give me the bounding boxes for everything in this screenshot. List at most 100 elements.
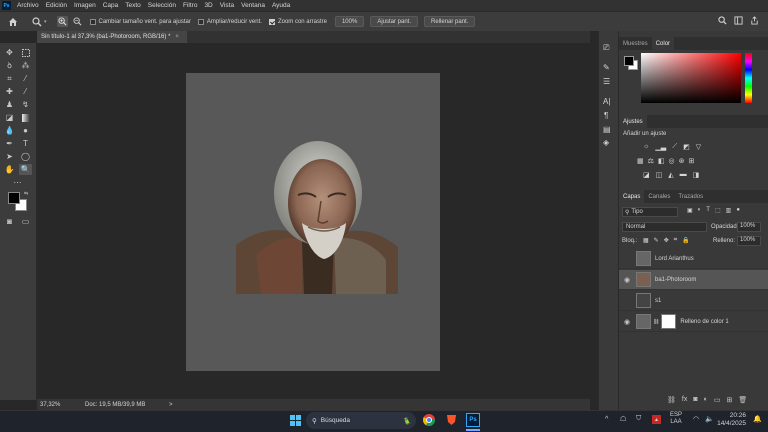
posterize-icon[interactable]: ◫ [656, 171, 663, 179]
layer-filter-select[interactable]: ⚲ Tipo [622, 207, 678, 217]
more-tools-icon[interactable]: ⋯ [11, 177, 24, 188]
shape-filter-icon[interactable]: ⬚ [715, 207, 721, 214]
fx-icon[interactable]: fx [682, 396, 687, 404]
foreground-color-swatch[interactable] [8, 192, 20, 204]
home-icon[interactable] [8, 17, 18, 27]
color-lookup-icon[interactable]: ⊞ [689, 157, 695, 165]
levels-icon[interactable]: ▁▃ [655, 143, 666, 151]
fill-input[interactable]: 100% [737, 236, 761, 246]
swap-colors-icon[interactable]: ⇆ [24, 191, 28, 197]
brush-settings-icon[interactable]: ✎ [603, 63, 610, 72]
wifi-icon[interactable]: ◠ [693, 415, 699, 423]
new-group-icon[interactable]: ▭ [714, 396, 721, 404]
photoshop-taskbar-icon[interactable]: Ps [466, 413, 480, 427]
type-tool-icon[interactable]: T [19, 138, 32, 149]
notifications-icon[interactable]: 🔔 [753, 415, 762, 423]
foreground-color-swatch[interactable] [624, 56, 634, 66]
color-balance-icon[interactable]: ⚖ [648, 157, 654, 165]
menu-ventana[interactable]: Ventana [241, 2, 265, 9]
lock-brush-icon[interactable]: ✎ [654, 237, 659, 244]
portrait-photo[interactable] [236, 135, 398, 294]
zoom-out-icon[interactable] [72, 16, 83, 27]
quick-selection-tool-icon[interactable]: ⁂ [19, 60, 32, 71]
taskbar-search[interactable]: ⚲ Búsqueda 🦜 [306, 412, 416, 429]
tab-paths[interactable]: Trazados [674, 190, 707, 203]
channel-mixer-icon[interactable]: ⊛ [679, 157, 685, 165]
zoom-100-button[interactable]: 100% [334, 16, 365, 27]
blur-tool-icon[interactable]: 💧 [3, 125, 16, 136]
brush-tool-icon[interactable]: ⁄ [19, 86, 32, 97]
menu-ayuda[interactable]: Ayuda [272, 2, 290, 9]
lock-move-icon[interactable]: ✥ [664, 237, 669, 244]
threshold-icon[interactable]: ◭ [668, 171, 673, 179]
eye-icon[interactable]: ◉ [622, 276, 632, 284]
menu-imagen[interactable]: Imagen [74, 2, 96, 9]
clock[interactable]: 20:26 14/4/2025 [716, 412, 746, 428]
selective-color-icon[interactable]: ◨ [693, 171, 700, 179]
lock-artboard-icon[interactable]: ⌗ [674, 237, 677, 244]
lock-transparent-icon[interactable]: ▦ [643, 237, 649, 244]
link-layers-icon[interactable]: ⛓ [667, 396, 676, 404]
zoom-all-windows-checkbox[interactable] [197, 18, 204, 25]
opacity-input[interactable]: 100% [737, 222, 761, 232]
black-white-icon[interactable]: ◧ [658, 157, 665, 165]
hue-slider[interactable] [745, 53, 752, 103]
tab-channels[interactable]: Canales [644, 190, 674, 203]
document-tab[interactable]: Sin título-1 al 37,3% (ba1-Photoroom, RG… [37, 31, 187, 43]
share-icon[interactable] [750, 16, 760, 27]
zoom-tool-icon[interactable] [32, 16, 42, 27]
layer-row[interactable]: Lord Arianthus [619, 249, 768, 269]
lasso-tool-icon[interactable]: ꝺ [3, 60, 16, 71]
curves-icon[interactable]: ⟋ [672, 143, 677, 151]
resize-window-checkbox[interactable] [89, 18, 96, 25]
menu-edicion[interactable]: Edición [46, 2, 67, 9]
ellipse-tool-icon[interactable]: ◯ [19, 151, 32, 162]
blend-mode-select[interactable]: Normal [622, 222, 707, 232]
history-brush-tool-icon[interactable]: ↯ [19, 99, 32, 110]
layer-row[interactable]: s1 [619, 291, 768, 311]
move-tool-icon[interactable]: ✥ [3, 47, 16, 58]
menu-seleccion[interactable]: Selección [148, 2, 176, 9]
new-adjustment-icon[interactable]: ◐ [704, 396, 708, 404]
fill-screen-button[interactable]: Rellenar pant. [424, 16, 476, 27]
tray-app-icon[interactable]: ☖ [620, 415, 626, 423]
layer-row[interactable]: ◉ ba1-Photoroom [619, 270, 768, 290]
zoom-in-icon[interactable] [56, 16, 68, 27]
chevron-down-icon[interactable]: ▾ [44, 19, 47, 25]
fit-screen-button[interactable]: Ajustar pant. [370, 16, 419, 27]
photo-filter-icon[interactable]: ◎ [669, 157, 675, 165]
language-indicator[interactable]: ESP LAA [670, 412, 682, 426]
character-icon[interactable]: A| [603, 97, 610, 106]
3d-icon[interactable]: ◈ [603, 138, 609, 147]
gradient-map-icon[interactable]: ▬ [680, 171, 687, 179]
add-mask-icon[interactable]: ◙ [693, 396, 697, 404]
smart-object-filter-icon[interactable]: ▥ [726, 207, 732, 214]
tray-red-app-icon[interactable]: ▲ [652, 415, 661, 424]
adjustment-filter-icon[interactable]: ◐ [698, 207, 702, 214]
search-icon[interactable] [718, 16, 728, 27]
close-icon[interactable]: × [175, 34, 179, 40]
tab-swatches[interactable]: Muestres [619, 37, 652, 50]
zoom-tool-icon[interactable]: 🔍 [19, 164, 32, 175]
crop-tool-icon[interactable]: ⌗ [3, 73, 16, 84]
menu-capa[interactable]: Capa [103, 2, 119, 9]
eye-icon[interactable]: ◉ [622, 318, 632, 326]
chrome-icon[interactable] [422, 413, 436, 427]
pen-tool-icon[interactable]: ✒ [3, 138, 16, 149]
volume-icon[interactable]: 🔈 [705, 415, 714, 423]
lock-all-icon[interactable]: 🔒 [682, 237, 689, 244]
menu-vista[interactable]: Vista [220, 2, 234, 9]
healing-brush-tool-icon[interactable]: ✚ [3, 86, 16, 97]
scrubby-zoom-checkbox[interactable] [268, 18, 275, 25]
color-picker-field[interactable] [641, 53, 741, 103]
hue-saturation-icon[interactable]: ▦ [637, 157, 644, 165]
clone-stamp-tool-icon[interactable]: ♟ [3, 99, 16, 110]
type-filter-icon[interactable]: T [706, 207, 710, 214]
layer-comps-icon[interactable]: ▤ [603, 125, 611, 134]
tray-shield-icon[interactable]: ⛉ [636, 415, 641, 423]
zoom-level[interactable]: 37,32% [40, 402, 85, 408]
pixel-filter-icon[interactable]: ▣ [687, 207, 693, 214]
tab-layers[interactable]: Capas [619, 190, 645, 203]
status-menu-arrow[interactable]: > [169, 402, 173, 408]
hand-tool-icon[interactable]: ✋ [3, 164, 16, 175]
